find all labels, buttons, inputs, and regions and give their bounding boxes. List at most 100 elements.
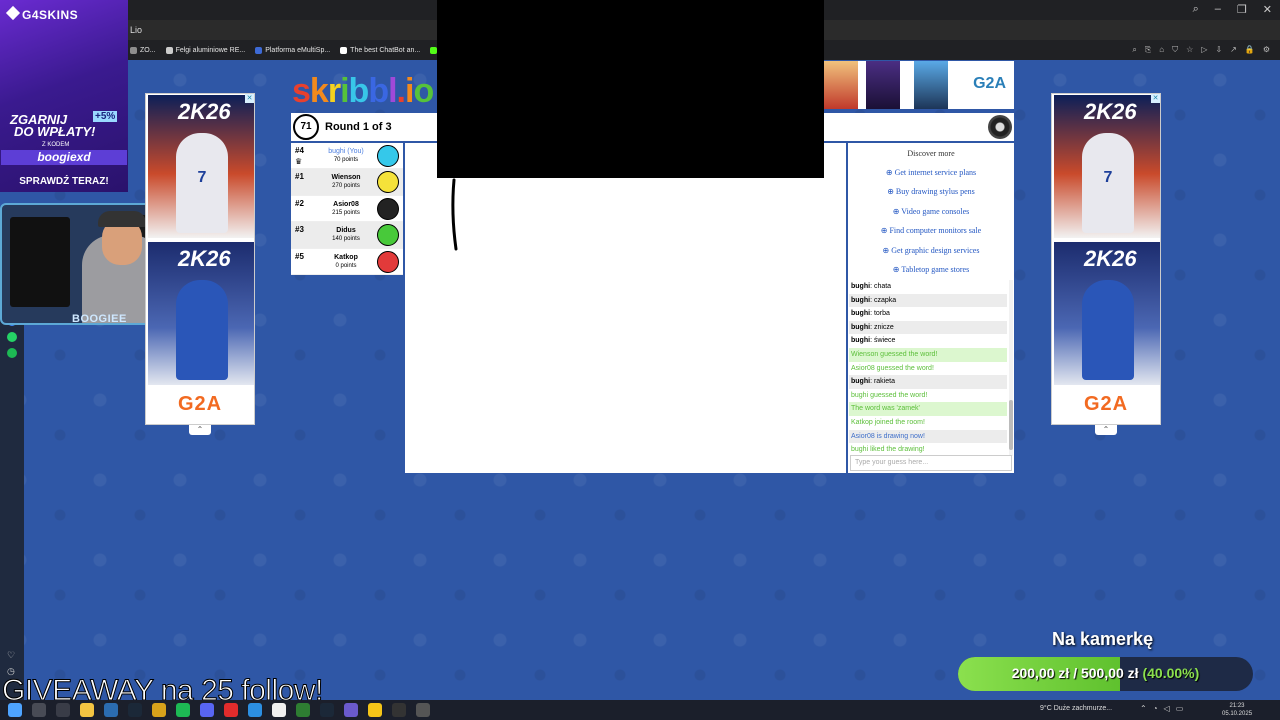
spotify-icon[interactable] [7, 348, 17, 358]
browser-actions: ⌕ ⎘ ⌂ ⛉ ☆ ▷ ⇩ ↗ 🔒 ⚙ [1132, 45, 1270, 55]
chat-message: The word was 'zamek' [849, 402, 1007, 416]
file-explorer-icon[interactable] [80, 703, 94, 717]
lock-icon[interactable]: 🔒 [1245, 45, 1255, 55]
chat-panel: Discover more Get internet service plans… [848, 143, 1014, 473]
discover-link[interactable]: Buy drawing stylus pens [848, 187, 1014, 196]
zoom-icon[interactable]: ⌕ [1132, 45, 1136, 55]
search-icon[interactable]: ⌕ [1193, 3, 1199, 16]
chrome-icon[interactable] [272, 703, 286, 717]
task-view-icon[interactable] [56, 703, 70, 717]
ad-cta[interactable]: SPRAWDŹ TERAZ! [0, 172, 128, 192]
chat-text: bughi guessed the word! [851, 391, 928, 399]
extensions-icon[interactable]: ⚙ [1263, 45, 1270, 55]
bookmark-item[interactable]: Felgi aluminiowe RE... [165, 46, 245, 54]
ad-close-icon[interactable]: ✕ [245, 94, 254, 103]
obs-icon[interactable] [392, 703, 406, 717]
discord-icon[interactable] [200, 703, 214, 717]
ad-close-icon[interactable]: ✕ [1151, 94, 1160, 103]
chat-scrollbar[interactable] [1009, 280, 1013, 456]
chat-text: The word was 'zamek' [851, 405, 920, 413]
player-row[interactable]: #2 Asior08 215 points [291, 195, 403, 223]
heart-icon[interactable]: ♡ [7, 650, 15, 661]
discover-link[interactable]: Get internet service plans [848, 168, 1014, 177]
app-icon[interactable] [344, 703, 358, 717]
tray-icon[interactable]: ⌃ [1140, 704, 1147, 713]
streamer-name: BOOGIEE [72, 313, 127, 325]
ad-player: 7 [1082, 133, 1134, 233]
logo-letter: . [396, 72, 407, 110]
bookmark-favicon-icon [130, 46, 137, 54]
home-icon[interactable]: ⌂ [1159, 45, 1164, 55]
bookmark-item[interactable]: ZO... [130, 46, 156, 54]
chat-author: bughi [851, 310, 871, 318]
chat-text: torba [873, 310, 890, 318]
play-icon[interactable]: ▷ [1201, 45, 1207, 55]
logo-letter: o [413, 72, 434, 110]
spotify-icon[interactable] [176, 703, 190, 717]
discover-link[interactable]: Tabletop game stores [848, 265, 1014, 274]
store-icon[interactable] [104, 703, 118, 717]
volume-icon[interactable]: ◁ [1164, 704, 1170, 713]
steam-icon[interactable] [128, 703, 142, 717]
player-name: Asior08 [333, 200, 359, 208]
chat-messages: bughi: chata bughi: czapka bughi: torba bug… [849, 280, 1007, 457]
share-icon[interactable]: ↗ [1230, 45, 1237, 55]
bookmark-item[interactable]: Platforma eMultiSp... [255, 46, 330, 54]
discover-link[interactable]: Get graphic design services [848, 246, 1014, 255]
minimize-icon[interactable]: – [1215, 3, 1221, 16]
drawing-canvas[interactable] [405, 143, 846, 473]
translate-icon[interactable]: ⎘ [1145, 45, 1151, 55]
webcam-monitor [10, 217, 70, 307]
chat-message: Asior08 is drawing now! [849, 429, 1007, 444]
maximize-icon[interactable]: ❐ [1237, 3, 1247, 16]
player-row[interactable]: #5 Katkop 0 points [291, 248, 403, 275]
steam-icon[interactable] [320, 703, 334, 717]
app-icon[interactable] [368, 703, 382, 717]
collapse-ad-icon[interactable]: ⌃ [1095, 425, 1117, 435]
opera-icon[interactable] [224, 703, 238, 717]
player-row[interactable]: #4 bughi (You) 70 points ♛ [291, 143, 403, 170]
taskbar-apps [8, 703, 430, 717]
discover-link[interactable]: Video game consoles [848, 207, 1014, 216]
collapse-ad-icon[interactable]: ⌃ [189, 425, 211, 435]
bookmark-item[interactable]: The best ChatBot an... [340, 46, 420, 54]
settings-gear-icon[interactable] [988, 115, 1012, 139]
wifi-icon[interactable]: ◔ [1153, 704, 1158, 713]
side-ad-left[interactable]: 2K26 7 2K26 G2A ✕ [145, 93, 255, 425]
chat-message: bughi: świece [851, 337, 896, 345]
ad-image-top: 2K26 7 [148, 95, 254, 238]
discover-link[interactable]: Find computer monitors sale [848, 226, 1014, 235]
battery-icon[interactable]: ▭ [1176, 704, 1184, 713]
player-avatar [377, 224, 399, 247]
ad-thumb [914, 61, 948, 109]
weather-widget[interactable]: 9°C Duże zachmurze... [1040, 705, 1112, 712]
goal-title: Na kamerkę [1052, 629, 1154, 649]
search-icon[interactable] [32, 703, 46, 717]
minecraft-icon[interactable] [296, 703, 310, 717]
chat-message: bughi: rakieta [849, 375, 1007, 389]
shield-icon[interactable]: ⛉ [1172, 45, 1178, 55]
start-icon[interactable] [8, 703, 22, 717]
logo-letter: l [388, 72, 398, 110]
player-row[interactable]: #3 Didus 140 points [291, 222, 403, 249]
whatsapp-icon[interactable] [7, 332, 17, 342]
app-icon[interactable] [416, 703, 430, 717]
app-icon[interactable] [152, 703, 166, 717]
player-avatar [377, 145, 399, 167]
g4skins-ad[interactable]: G4SKINS ZGARNIJ +5% DO WPŁATY! Z KODEM b… [0, 0, 128, 192]
player-avatar [377, 197, 399, 220]
download-icon[interactable]: ⇩ [1215, 45, 1222, 55]
close-icon[interactable]: ✕ [1263, 3, 1272, 16]
taskbar-clock[interactable]: 21:23 05.10.2025 [1222, 702, 1252, 718]
player-points: 270 points [332, 183, 360, 190]
chat-text: Asior08 guessed the word! [851, 364, 934, 372]
top-ad[interactable]: G2A [824, 61, 1014, 109]
logo-letter: i [405, 72, 415, 110]
ad-player [176, 280, 228, 380]
vscode-icon[interactable] [248, 703, 262, 717]
tab-title[interactable]: Lio [130, 25, 142, 35]
star-icon[interactable]: ☆ [1186, 45, 1193, 55]
side-ad-right[interactable]: 2K26 7 2K26 G2A ✕ [1051, 93, 1161, 425]
guess-input[interactable]: Type your guess here... [850, 455, 1012, 471]
player-row[interactable]: #1 Wienson 270 points [291, 169, 403, 196]
